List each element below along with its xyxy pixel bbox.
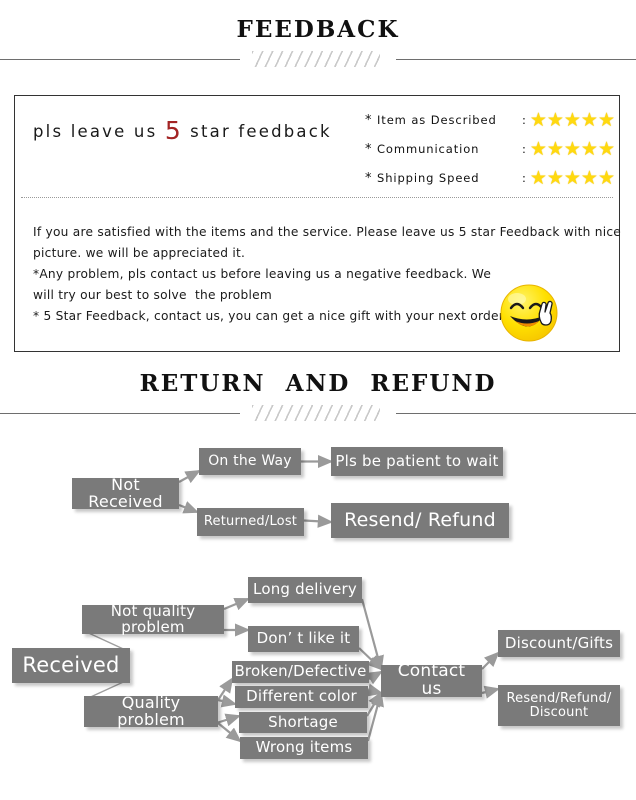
feedback-text-line: picture. we will be appreciated it. [33,246,246,260]
flow-node-quality-problem: Quality problem [84,694,218,727]
flow-edge-contact-us-to-resend-refund-discount [481,685,501,699]
rating-colon: : [521,142,526,156]
bullet-asterisk-icon: * [365,112,372,128]
flow-edge-contact-us-to-discount-gifts [481,651,500,670]
feedback-text-line: If you are satisfied with the items and … [33,225,622,239]
rating-row-item-as-described: * Item as Described : ★★★★★ [365,108,615,132]
rating-stars-icon: ★★★★★ [529,108,615,131]
feedback-title: FEEDBACK [236,16,400,43]
flow-node-resend-refund: Resend/ Refund [331,503,509,538]
divider-line-left [0,59,240,60]
return-section-header: RETURN AND REFUND [0,372,636,422]
rating-row-shipping-speed: * Shipping Speed : ★★★★★ [365,166,615,190]
flow-node-contact-us: Contact us [381,662,482,698]
feedback-text-line: will try our best to solve the problem [33,288,272,302]
flow-edge-quality-problem-to-different-color [217,694,238,708]
rating-list: * Item as Described : ★★★★★ * Communicat… [365,108,615,195]
flow-node-long-delivery: Long delivery [248,577,362,603]
rating-label: Item as Described [377,113,497,127]
flow-node-pls-be-patient: Pls be patient to wait [331,447,503,476]
rating-row-communication: * Communication : ★★★★★ [365,137,615,161]
flow-node-on-the-way: On the Way [199,448,301,475]
rating-colon: : [521,113,526,127]
flow-edge-returned-lost-to-resend-refund [303,514,334,528]
headline-suffix: star feedback [182,122,332,141]
rating-stars-icon: ★★★★★ [529,166,615,189]
headline-prefix: pls leave us [33,122,165,141]
flow-edge-quality-problem-to-shortage [217,713,242,727]
bullet-asterisk-icon: * [365,141,372,157]
flow-edge-different-color-to-contact-us [366,683,384,697]
feedback-text-line: *Any problem, pls contact us before leav… [33,267,492,281]
rating-stars-icon: ★★★★★ [529,137,615,160]
rating-label: Shipping Speed [377,171,480,185]
return-divider [0,404,636,422]
flow-node-not-quality-problem: Not quality problem [82,603,224,634]
feedback-divider [0,50,636,68]
rating-label: Communication [377,142,480,156]
flow-node-discount-gifts: Discount/Gifts [498,630,620,657]
divider-hatch [252,51,380,67]
flow-node-resend-refund-discount: Resend/Refund/ Discount [498,685,620,726]
divider-line-left [0,413,240,414]
bullet-asterisk-icon: * [365,170,372,186]
flow-edge-not-received-to-returned-lost [178,501,200,514]
feedback-headline: pls leave us 5 star feedback [33,118,332,143]
flow-edge-broken-defective-to-contact-us [366,670,383,685]
flow-node-dont-like-it: Don’ t like it [248,626,359,652]
feedback-section-header: FEEDBACK [0,18,636,68]
divider-line-right [396,59,636,60]
flow-node-not-received: Not Received [72,476,179,509]
flow-node-returned-lost: Returned/Lost [197,508,304,536]
flow-edge-wrong-items-to-contact-us [366,690,384,742]
flow-node-different-color: Different color [235,686,368,708]
divider-hatch [252,405,380,421]
return-title: RETURN AND REFUND [139,370,497,397]
flow-node-broken-defective: Broken/Defective [232,661,369,683]
flow-edge-quality-problem-to-wrong-items [217,722,242,743]
flow-node-wrong-items: Wrong items [240,737,368,759]
smiling-face-with-peace-hand-icon [500,284,558,342]
flow-node-shortage: Shortage [239,712,367,733]
return-refund-flowchart: Not Received On the Way Pls be patient to … [0,430,636,800]
headline-star-count: 5 [164,116,183,145]
flow-edge-quality-problem-to-broken-defective [217,677,234,701]
flow-edge-not-received-to-on-the-way [178,469,201,484]
feedback-panel-top: pls leave us 5 star feedback * Item as D… [15,96,619,198]
feedback-text-line: * 5 Star Feedback, contact us, you can g… [33,309,507,323]
flow-edge-not-quality-problem-to-long-delivery [223,597,251,611]
divider-line-right [396,413,636,414]
flow-node-received: Received [12,648,130,683]
rating-colon: : [521,171,526,185]
